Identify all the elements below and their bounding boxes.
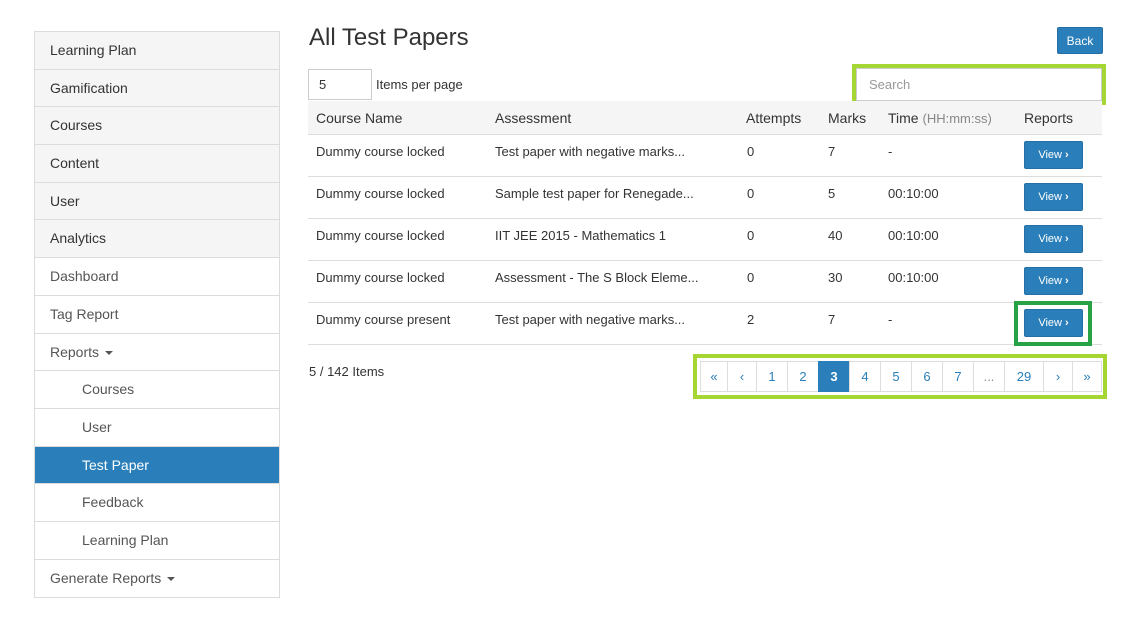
sidebar-item-analytics[interactable]: Analytics — [35, 220, 279, 259]
sidebar-subitem-test-paper[interactable]: Test Paper — [35, 446, 279, 485]
cell-time: - — [888, 144, 893, 159]
sidebar-item-content[interactable]: Content — [35, 145, 279, 183]
cell-course: Dummy course present — [316, 312, 451, 327]
cell-time: 00:10:00 — [888, 270, 939, 285]
pagination-page-6[interactable]: 6 — [911, 361, 943, 392]
cell-time: 00:10:00 — [888, 228, 939, 243]
items-count: 5 / 142 Items — [309, 364, 385, 379]
view-label: View — [1038, 191, 1062, 203]
caret-down-icon — [167, 576, 176, 581]
table-row: Dummy course locked Assessment - The S B… — [308, 260, 1102, 303]
sidebar-item-user[interactable]: User — [35, 182, 279, 221]
view-report-button[interactable]: View › — [1024, 225, 1083, 253]
chevron-right-icon: › — [1064, 317, 1069, 329]
col-attempts: Attempts — [746, 110, 802, 126]
cell-marks: 7 — [828, 144, 836, 159]
cell-course: Dummy course locked — [316, 144, 445, 159]
table-row: Dummy course locked IIT JEE 2015 - Mathe… — [308, 218, 1102, 261]
sidebar-item-courses[interactable]: Courses — [35, 107, 279, 146]
cell-marks: 40 — [828, 228, 843, 243]
sidebar-subitem-user[interactable]: User — [35, 408, 279, 447]
cell-time: - — [888, 312, 893, 327]
items-per-page-label: Items per page — [376, 77, 463, 92]
pagination-page-3[interactable]: 3 — [818, 361, 850, 392]
pagination-page-29[interactable]: 29 — [1004, 361, 1044, 392]
cell-attempts: 0 — [747, 144, 755, 159]
cell-marks: 5 — [828, 186, 836, 201]
col-time-label: Time — [888, 110, 919, 126]
pagination-page-2[interactable]: 2 — [787, 361, 819, 392]
pagination-last[interactable]: » — [1072, 361, 1102, 392]
col-time-unit: (HH:mm:ss) — [922, 111, 992, 126]
sidebar-subitem-courses[interactable]: Courses — [35, 371, 279, 409]
sidebar-item-generate-reports[interactable]: Generate Reports — [35, 559, 279, 598]
cell-assessment: IIT JEE 2015 - Mathematics 1 — [495, 228, 666, 243]
col-marks: Marks — [828, 110, 867, 126]
pagination-prev[interactable]: ‹ — [727, 361, 757, 392]
table-row: Dummy course locked Test paper with nega… — [308, 134, 1102, 177]
chevron-right-icon: › — [1064, 233, 1069, 245]
cell-attempts: 0 — [747, 270, 755, 285]
pagination-page-5[interactable]: 5 — [880, 361, 912, 392]
pagination-ellipsis: ... — [973, 361, 1005, 392]
sidebar-item-gamification[interactable]: Gamification — [35, 69, 279, 108]
view-label: View — [1038, 317, 1062, 329]
back-button[interactable]: Back — [1057, 27, 1103, 54]
cell-marks: 30 — [828, 270, 843, 285]
chevron-right-icon: › — [1064, 149, 1069, 161]
col-time: Time (HH:mm:ss) — [888, 110, 992, 126]
cell-attempts: 0 — [747, 186, 755, 201]
sidebar-item-learning-plan[interactable]: Learning Plan — [35, 32, 279, 70]
table-row: Dummy course present Test paper with neg… — [308, 302, 1102, 345]
search-input[interactable] — [856, 68, 1102, 101]
cell-attempts: 2 — [747, 312, 755, 327]
cell-assessment: Test paper with negative marks... — [495, 312, 686, 327]
cell-assessment: Assessment - The S Block Eleme... — [495, 270, 699, 285]
col-course-name: Course Name — [316, 110, 403, 126]
sidebar-item-dashboard[interactable]: Dashboard — [35, 258, 279, 296]
col-reports: Reports — [1024, 110, 1074, 126]
sidebar-item-tag-report[interactable]: Tag Report — [35, 295, 279, 334]
cell-course: Dummy course locked — [316, 270, 445, 285]
cell-attempts: 0 — [747, 228, 755, 243]
cell-marks: 7 — [828, 312, 836, 327]
pagination-first[interactable]: « — [700, 361, 728, 392]
view-report-button[interactable]: View › — [1024, 183, 1083, 211]
page-title: All Test Papers — [309, 24, 469, 51]
cell-course: Dummy course locked — [316, 228, 445, 243]
view-report-button[interactable]: View › — [1024, 309, 1083, 337]
pagination-page-1[interactable]: 1 — [756, 361, 788, 392]
sidebar-subitem-feedback[interactable]: Feedback — [35, 484, 279, 522]
view-report-button[interactable]: View › — [1024, 141, 1083, 169]
cell-course: Dummy course locked — [316, 186, 445, 201]
sidebar-item-reports[interactable]: Reports — [35, 333, 279, 372]
pagination-next[interactable]: › — [1043, 361, 1073, 392]
view-label: View — [1038, 275, 1062, 287]
caret-down-icon — [105, 350, 114, 355]
view-report-button[interactable]: View › — [1024, 267, 1083, 295]
cell-assessment: Sample test paper for Renegade... — [495, 186, 694, 201]
pagination: « ‹ 1 2 3 4 5 6 7 ... 29 › » — [700, 361, 1102, 392]
table-header: Course Name Assessment Attempts Marks Ti… — [308, 101, 1102, 135]
table-row: Dummy course locked Sample test paper fo… — [308, 176, 1102, 219]
pagination-page-7[interactable]: 7 — [942, 361, 974, 392]
items-per-page-input[interactable] — [308, 69, 372, 100]
chevron-right-icon: › — [1064, 275, 1069, 287]
col-assessment: Assessment — [495, 110, 572, 126]
cell-time: 00:10:00 — [888, 186, 939, 201]
chevron-right-icon: › — [1064, 191, 1069, 203]
sidebar-subitem-learning-plan[interactable]: Learning Plan — [35, 521, 279, 560]
pagination-page-4[interactable]: 4 — [849, 361, 881, 392]
view-label: View — [1038, 233, 1062, 245]
sidebar-nav: Learning Plan Gamification Courses Conte… — [34, 31, 280, 599]
search-highlight — [852, 64, 1106, 105]
view-label: View — [1038, 149, 1062, 161]
cell-assessment: Test paper with negative marks... — [495, 144, 686, 159]
